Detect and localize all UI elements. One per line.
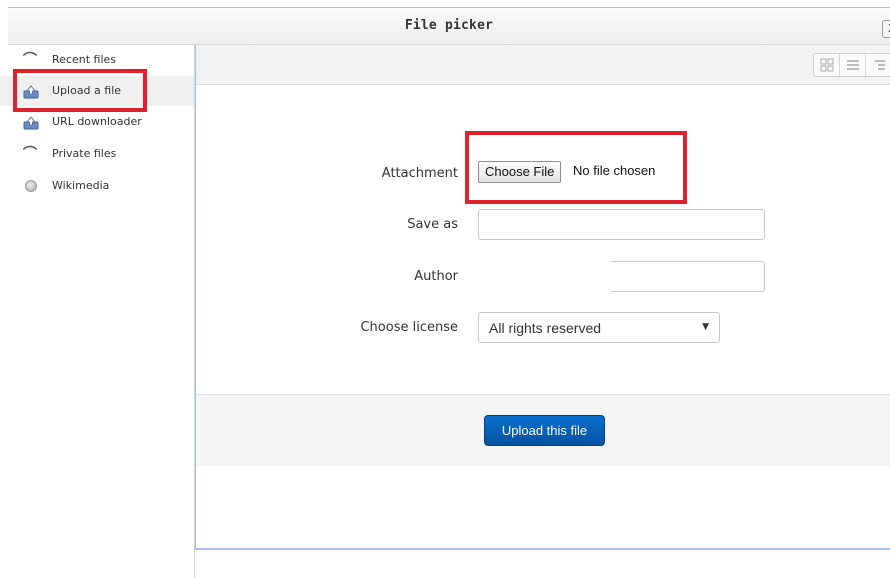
view-mode-buttons: [813, 53, 890, 77]
sidebar-item-label: Recent files: [52, 53, 116, 66]
wikimedia-globe-icon: [25, 180, 37, 192]
upload-this-file-button[interactable]: Upload this file: [484, 415, 605, 446]
moodle-logo-icon: ⌒: [23, 146, 37, 162]
highlight-choose-file: [465, 131, 687, 204]
sidebar-item-label: Private files: [52, 147, 117, 160]
file-picker-toolbar: [196, 45, 890, 85]
license-selected-value: All rights reserved: [489, 320, 602, 336]
file-picker-page: File picker X ⌒ Recent files Upload a fi…: [0, 0, 890, 578]
author-label: Author: [414, 269, 458, 284]
sidebar-item-wikimedia[interactable]: Wikimedia: [0, 171, 194, 201]
save-as-label: Save as: [407, 217, 458, 232]
list-view-icon[interactable]: [840, 54, 866, 76]
dialog-header: File picker X: [8, 8, 890, 45]
sidebar-item-label: Wikimedia: [52, 179, 110, 192]
tree-view-icon[interactable]: [866, 54, 890, 76]
repository-sidebar: ⌒ Recent files Upload a file URL downloa…: [0, 45, 194, 578]
sidebar-item-private-files[interactable]: ⌒ Private files: [0, 139, 194, 169]
url-download-icon: [23, 115, 39, 130]
sidebar-item-label: URL downloader: [52, 115, 142, 128]
moodle-logo-icon: ⌒: [23, 52, 37, 68]
author-input[interactable]: [611, 261, 765, 292]
highlight-upload-a-file: [13, 69, 147, 112]
license-label: Choose license: [360, 320, 458, 335]
close-button[interactable]: X: [882, 20, 890, 38]
dialog-title: File picker: [404, 18, 494, 33]
save-as-input[interactable]: [478, 209, 765, 240]
attachment-label: Attachment: [381, 166, 458, 181]
grid-view-icon[interactable]: [814, 54, 840, 76]
chevron-down-icon: ▼: [702, 322, 709, 332]
license-select[interactable]: All rights reserved ▼: [478, 312, 720, 343]
upload-panel: Attachment Choose File No file chosen Sa…: [195, 45, 890, 550]
